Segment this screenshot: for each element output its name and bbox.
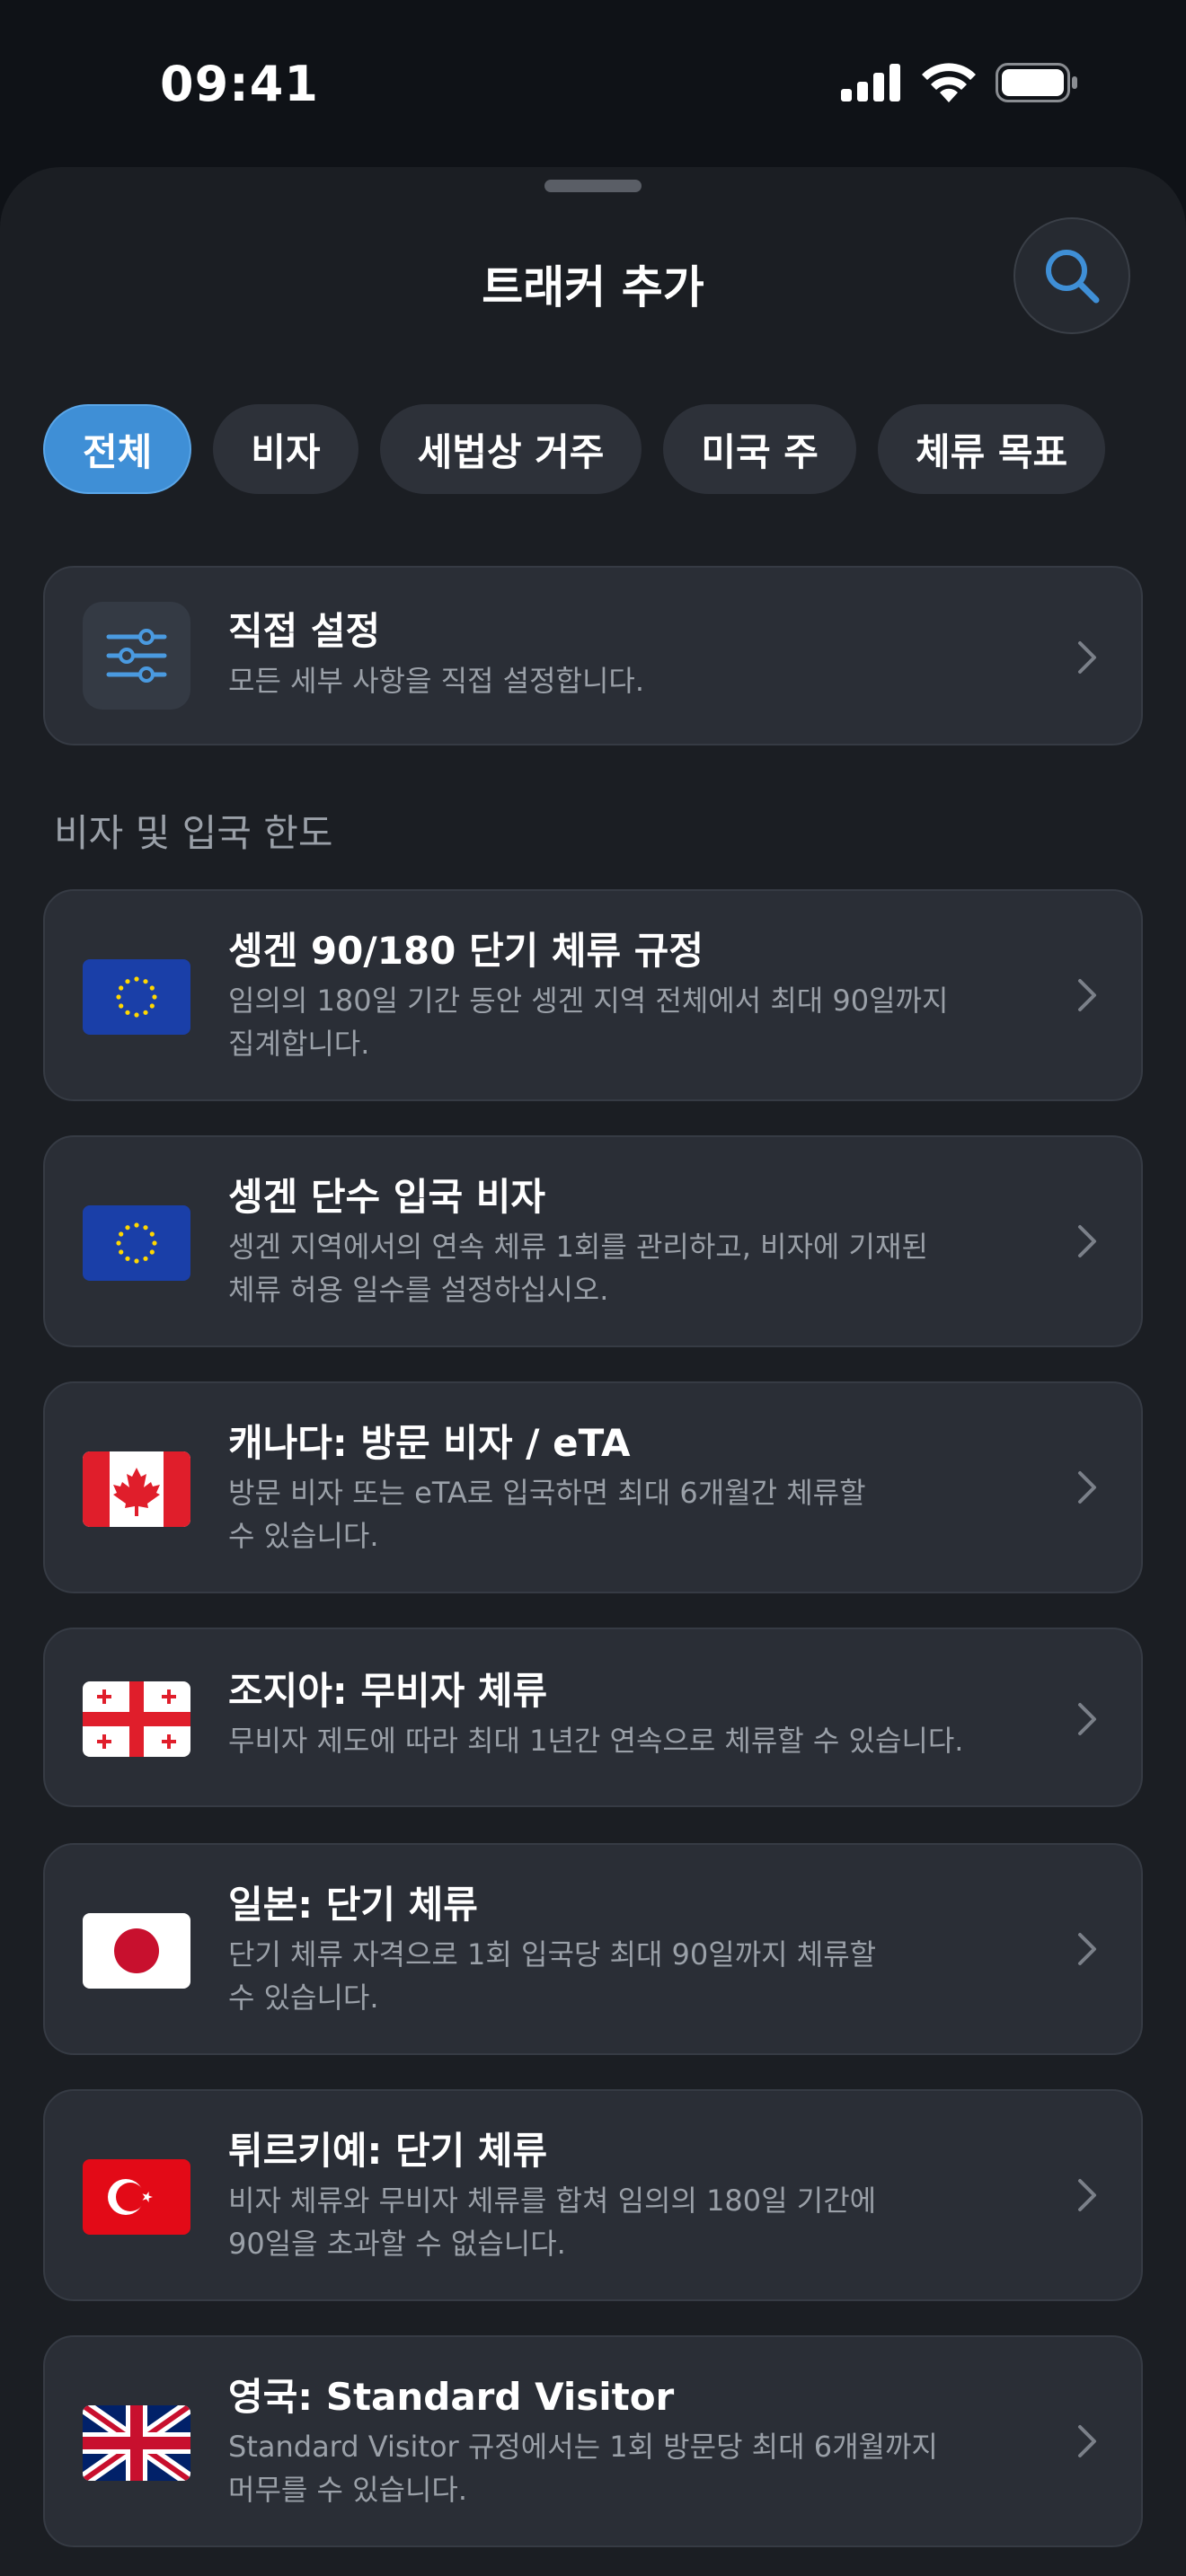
chevron-right-icon (1078, 2179, 1096, 2211)
chip-all[interactable]: 전체 (43, 404, 192, 494)
eu-flag-icon (83, 959, 190, 1035)
custom-setup-subtitle: 모든 세부 사항을 직접 설정합니다. (228, 664, 645, 698)
tracker-title: 셍겐 90/180 단기 체류 규정 (228, 929, 704, 973)
tracker-description: 비자 체류와 무비자 체류를 합쳐 임의의 180일 기간에 90일을 초과할 수… (228, 2179, 1033, 2265)
sliders-icon (83, 602, 190, 710)
chip-stay-goals[interactable]: 체류 목표 (877, 404, 1106, 494)
filter-chips: 전체 비자 세법상 거주 미국 주 체류 목표 (43, 404, 1106, 494)
custom-setup-card[interactable]: 직접 설정 모든 세부 사항을 직접 설정합니다. (43, 566, 1143, 745)
battery-icon (996, 63, 1077, 102)
status-time: 09:41 (160, 56, 319, 112)
sheet-title: 트래커 추가 (482, 261, 704, 313)
tracker-description: 임의의 180일 기간 동안 셍겐 지역 전체에서 최대 90일까지집계합니다. (228, 979, 1033, 1065)
chevron-right-icon (1078, 1471, 1096, 1504)
tracker-description: 방문 비자 또는 eTA로 입국하면 최대 6개월간 체류할수 있습니다. (228, 1471, 1033, 1557)
tracker-text: 셍겐 단수 입국 비자 셍겐 지역에서의 연속 체류 1회를 관리하고, 비자에… (228, 1173, 1033, 1311)
tracker-item-turkiye-short-stay[interactable]: 튀르키예: 단기 체류 비자 체류와 무비자 체류를 합쳐 임의의 180일 기… (43, 2089, 1143, 2301)
tracker-description: 무비자 제도에 따라 최대 1년간 연속으로 체류할 수 있습니다. (228, 1724, 964, 1758)
status-bar: 09:41 (0, 0, 1186, 162)
canada-flag-icon (83, 1451, 190, 1527)
status-icons (841, 63, 1078, 102)
uk-flag-icon (83, 2405, 190, 2481)
tracker-title: 조지아: 무비자 체류 (228, 1669, 548, 1713)
tracker-text: 셍겐 90/180 단기 체류 규정 임의의 180일 기간 동안 셍겐 지역 … (228, 927, 1033, 1065)
description-line: 체류 허용 일수를 설정하십시오. (228, 1273, 609, 1307)
tracker-item-schengen-90-180[interactable]: 셍겐 90/180 단기 체류 규정 임의의 180일 기간 동안 셍겐 지역 … (43, 889, 1143, 1101)
description-line: 방문 비자 또는 eTA로 입국하면 최대 6개월간 체류할 (228, 1476, 866, 1510)
tracker-item-canada-visitor[interactable]: 캐나다: 방문 비자 / eTA 방문 비자 또는 eTA로 입국하면 최대 6… (43, 1381, 1143, 1593)
tracker-item-schengen-single-entry[interactable]: 셍겐 단수 입국 비자 셍겐 지역에서의 연속 체류 1회를 관리하고, 비자에… (43, 1135, 1143, 1347)
add-tracker-sheet: 트래커 추가 전체 비자 세법상 거주 미국 주 체류 목표 직접 설정 모든 … (0, 167, 1186, 2576)
description-line: 수 있습니다. (228, 1981, 379, 2015)
description-line: 비자 체류와 무비자 체류를 합쳐 임의의 180일 기간에 (228, 2183, 877, 2218)
tracker-title: 일본: 단기 체류 (228, 1883, 478, 1927)
tracker-item-uk-standard-visitor[interactable]: 영국: Standard Visitor Standard Visitor 규정… (43, 2335, 1143, 2547)
wifi-icon (922, 63, 976, 102)
chip-tax-residency[interactable]: 세법상 거주 (379, 404, 642, 494)
description-line: 집계합니다. (228, 1027, 370, 1061)
description-line: 단기 체류 자격으로 1회 입국당 최대 90일까지 체류할 (228, 1937, 877, 1972)
japan-flag-icon (83, 1913, 190, 1989)
sheet-grabber[interactable] (544, 180, 642, 192)
chevron-right-icon (1078, 979, 1096, 1011)
chevron-right-icon (1078, 1933, 1096, 1965)
description-line: Standard Visitor 규정에서는 1회 방문당 최대 6개월까지 (228, 2430, 938, 2464)
custom-setup-text: 직접 설정 모든 세부 사항을 직접 설정합니다. (228, 607, 1033, 702)
description-line: 머무를 수 있습니다. (228, 2473, 468, 2507)
custom-setup-title: 직접 설정 (228, 609, 381, 653)
section-visa-entry-limits: 비자 및 입국 한도 (54, 811, 333, 855)
tracker-item-georgia-visa-free[interactable]: 조지아: 무비자 체류 무비자 제도에 따라 최대 1년간 연속으로 체류할 수… (43, 1628, 1143, 1807)
description-line: 셍겐 지역에서의 연속 체류 1회를 관리하고, 비자에 기재된 (228, 1230, 928, 1264)
tracker-title: 셍겐 단수 입국 비자 (228, 1175, 545, 1219)
eu-flag-icon (83, 1205, 190, 1281)
description-line: 수 있습니다. (228, 1519, 379, 1553)
chip-visa[interactable]: 비자 (213, 404, 358, 494)
description-line: 90일을 초과할 수 없습니다. (228, 2227, 566, 2261)
tracker-title: 튀르키예: 단기 체류 (228, 2129, 548, 2173)
tracker-description: 셍겐 지역에서의 연속 체류 1회를 관리하고, 비자에 기재된체류 허용 일수… (228, 1225, 1033, 1311)
tracker-text: 튀르키예: 단기 체류 비자 체류와 무비자 체류를 합쳐 임의의 180일 기… (228, 2127, 1033, 2265)
georgia-flag-icon (83, 1681, 190, 1757)
tracker-title: 영국: Standard Visitor (228, 2375, 675, 2419)
tracker-text: 캐나다: 방문 비자 / eTA 방문 비자 또는 eTA로 입국하면 최대 6… (228, 1419, 1033, 1557)
chevron-right-icon (1078, 1703, 1096, 1735)
search-button[interactable] (1013, 217, 1130, 334)
tracker-description: 단기 체류 자격으로 1회 입국당 최대 90일까지 체류할수 있습니다. (228, 1933, 1033, 2019)
chevron-right-icon (1078, 1225, 1096, 1257)
turkey-flag-icon (83, 2159, 190, 2235)
cellular-signal-icon (841, 64, 900, 101)
tracker-item-japan-short-stay[interactable]: 일본: 단기 체류 단기 체류 자격으로 1회 입국당 최대 90일까지 체류할… (43, 1843, 1143, 2055)
tracker-description: Standard Visitor 규정에서는 1회 방문당 최대 6개월까지머무… (228, 2425, 1033, 2511)
chevron-right-icon (1078, 641, 1096, 674)
description-line: 임의의 180일 기간 동안 셍겐 지역 전체에서 최대 90일까지 (228, 984, 949, 1018)
tracker-title: 캐나다: 방문 비자 / eTA (228, 1421, 631, 1465)
tracker-text: 영국: Standard Visitor Standard Visitor 규정… (228, 2373, 1033, 2511)
chip-us-states[interactable]: 미국 주 (663, 404, 856, 494)
tracker-text: 일본: 단기 체류 단기 체류 자격으로 1회 입국당 최대 90일까지 체류할… (228, 1881, 1033, 2019)
tracker-text: 조지아: 무비자 체류 무비자 제도에 따라 최대 1년간 연속으로 체류할 수… (228, 1667, 1033, 1762)
search-icon (1046, 250, 1100, 304)
chevron-right-icon (1078, 2425, 1096, 2457)
